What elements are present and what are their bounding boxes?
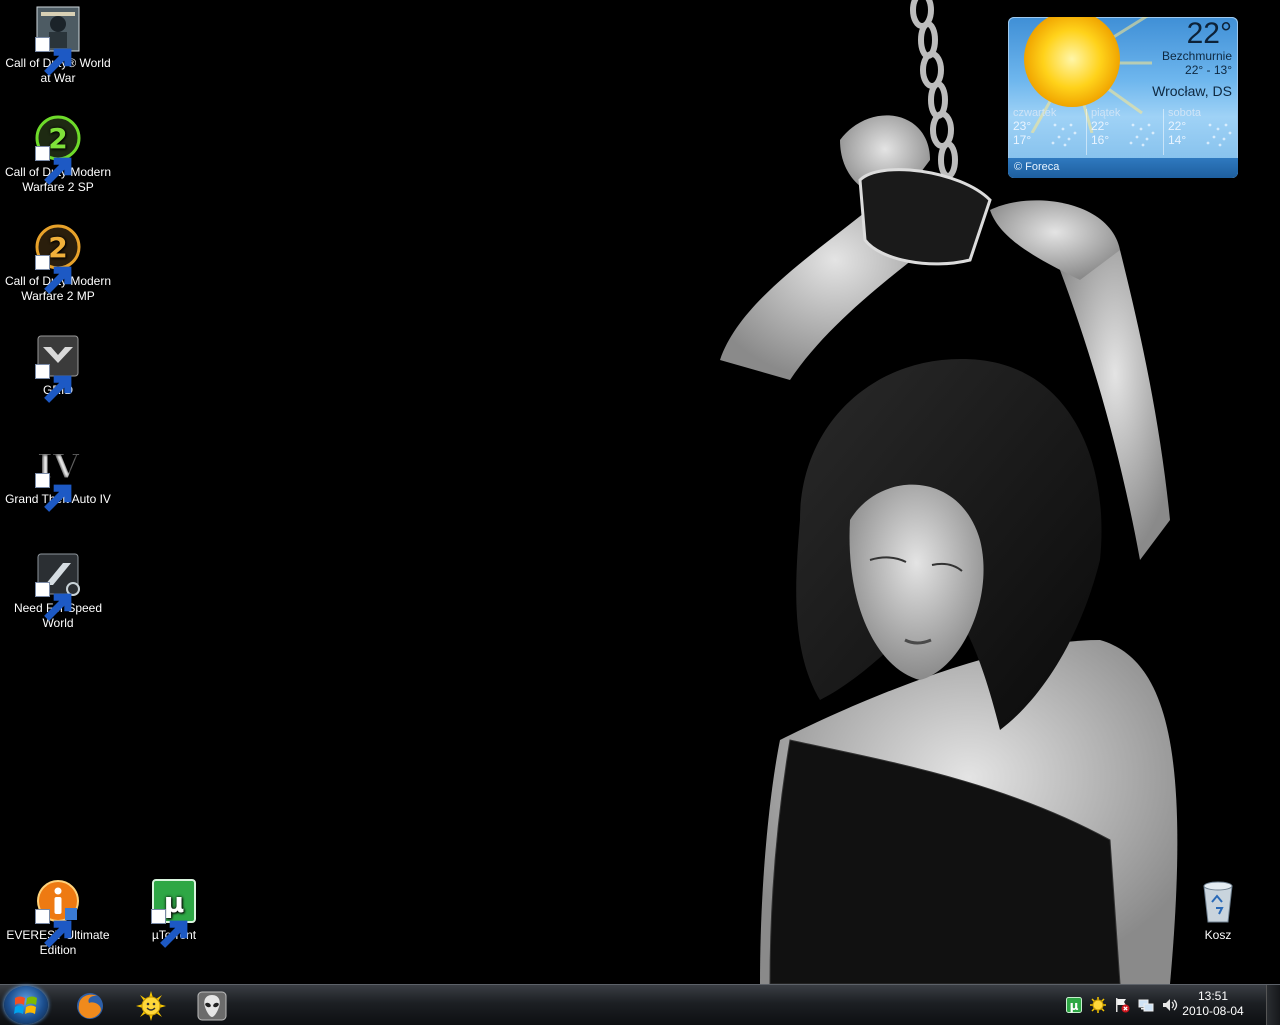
desktop-icon-cod-mw2-sp[interactable]: 2 Call of Duty Modern Warfare 2 SP [0,115,116,195]
everest-icon [35,878,81,948]
sun-tray-icon[interactable] [1090,997,1106,1013]
forecast-divider [1086,109,1087,155]
shortcut-arrow-icon [151,909,188,948]
desktop-icon-utorrent[interactable]: µ µTorrent [116,878,232,948]
forecast-day: sobota 22° 14° [1168,107,1238,155]
forecast-day-name: sobota [1168,107,1202,119]
firefox-icon [77,993,103,1019]
rain-icon [1206,123,1232,147]
shortcut-arrow-icon [35,909,72,948]
rain-icon [1129,123,1155,147]
desktop-icon-cod-world-at-war[interactable]: Call of Duty® World at War [0,6,116,86]
weather-condition: Bezchmurnie [1161,49,1232,63]
desktop-icon-cod-mw2-mp[interactable]: 2 Call of Duty Modern Warfare 2 MP [0,224,116,304]
desktop-icon-recycle-bin[interactable]: Kosz [1160,878,1276,943]
alien-icon [197,991,227,1021]
svg-text:µ: µ [1070,999,1079,1013]
clock[interactable]: 13:51 2010-08-04 [1182,989,1244,1019]
shortcut-arrow-icon [35,364,72,403]
taskbar: µ 13:51 2010-08-04 [0,984,1280,1025]
weather-gadget[interactable]: 22° Bezchmurnie 22° - 13° Wrocław, DS cz… [1008,17,1238,178]
desktop-icon-label: Kosz [1204,928,1232,942]
desktop-icon-gta-iv[interactable]: IV Grand Theft Auto IV [0,442,116,512]
shortcut-arrow-icon [35,37,72,76]
show-desktop-button[interactable] [1266,985,1280,1025]
forecast-day-name: piątek [1091,107,1121,119]
clock-date: 2010-08-04 [1182,1004,1244,1018]
volume-icon[interactable] [1162,997,1178,1013]
utorrent-tray-icon[interactable]: µ [1066,997,1082,1013]
shortcut-arrow-icon [35,255,72,294]
current-temperature: 22° [1186,17,1232,50]
weather-location: Wrocław, DS [1152,83,1232,99]
rain-icon [1051,123,1077,147]
start-button[interactable] [4,986,48,1024]
desktop-icon-everest[interactable]: EVEREST Ultimate Edition [0,878,116,958]
desktop-icon-nfs-world[interactable]: Need For Speed World [0,551,116,631]
shortcut-arrow-icon [35,473,72,512]
shortcut-arrow-icon [35,146,72,185]
shortcut-arrow-icon [35,582,72,621]
forecast-day: czwartek 23° 17° [1013,107,1085,155]
forecast-day-name: czwartek [1013,107,1057,119]
nfs-world-icon [35,551,81,621]
utorrent-icon: µ [151,878,197,948]
recycle-bin-icon [1195,878,1241,924]
temperature-range: 22° - 13° [1185,63,1232,77]
network-icon[interactable] [1138,997,1154,1013]
weather-credit-link[interactable]: © Foreca [1008,158,1238,178]
cod-mw2-mp-icon: 2 [35,224,81,294]
taskbar-firefox-button[interactable] [63,987,115,1023]
sun-smiley-icon [136,991,166,1021]
desktop-icon-grid[interactable]: GRID [0,333,116,403]
taskbar-alien-app-button[interactable] [185,987,237,1023]
start-orb-icon [14,996,37,1014]
action-center-flag-icon[interactable] [1114,997,1130,1013]
forecast-day: piątek 22° 16° [1091,107,1163,155]
taskbar-sun-app-button[interactable] [124,987,176,1023]
cod-mw2-sp-icon: 2 [35,115,81,185]
grid-icon [35,333,81,403]
gta-iv-icon: IV [35,442,81,512]
clock-time: 13:51 [1197,989,1229,1003]
cod-world-at-war-icon [35,6,81,76]
forecast-divider [1163,109,1164,155]
